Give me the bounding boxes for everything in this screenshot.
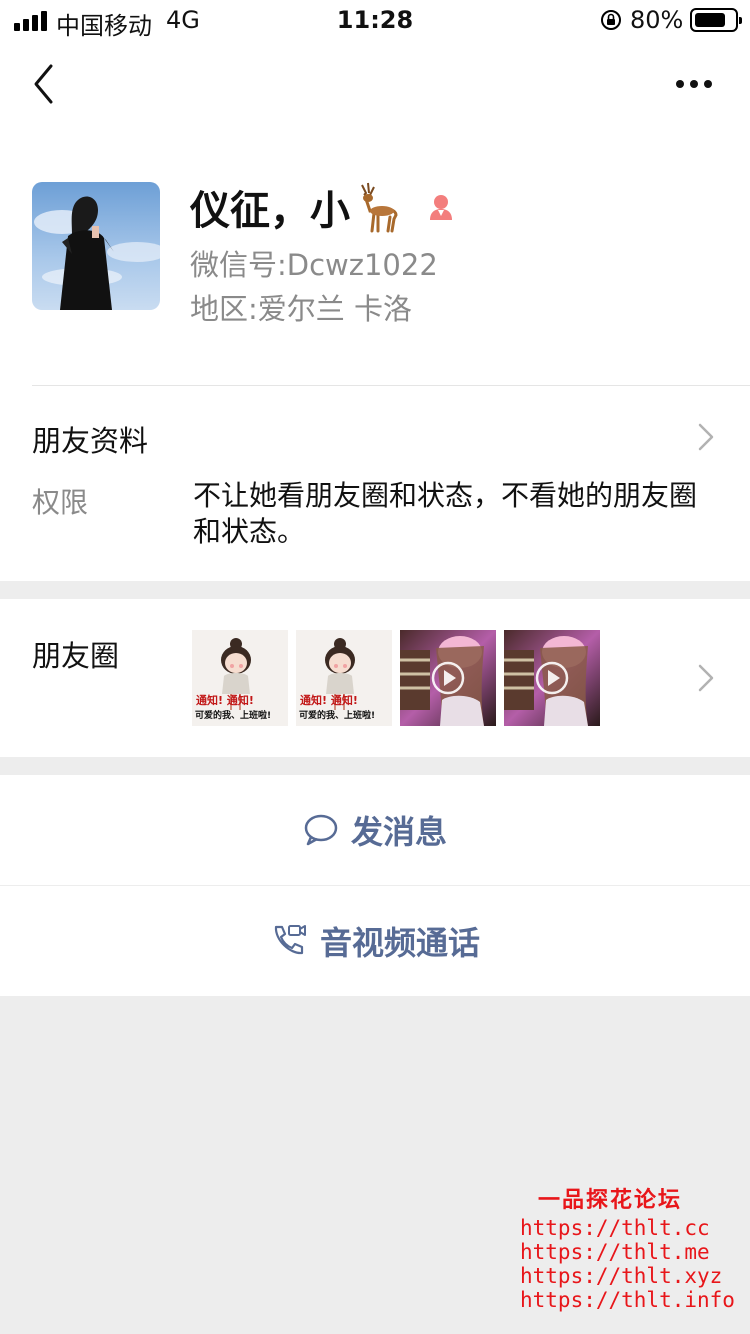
watermark-link: https://thlt.cc: [520, 1216, 710, 1240]
thumbnail-caption-top: 通知! 通知!: [196, 693, 254, 707]
wechat-id: 微信号:Dcwz1022: [190, 248, 438, 282]
send-message-label: 发消息: [350, 813, 447, 851]
watermark-link: https://thlt.info: [520, 1288, 735, 1312]
chevron-left-icon[interactable]: [24, 60, 64, 108]
region: 地区:爱尔兰 卡洛: [190, 292, 412, 326]
thumbnail-caption-bottom: 可爱的我、上班啦!: [299, 709, 375, 721]
watermark-link: https://thlt.xyz: [520, 1264, 723, 1288]
battery-percent: 80%: [630, 6, 684, 34]
watermark-title: 一品探花论坛: [537, 1187, 682, 1213]
moments-thumbnail: 通知! 通知! 可爱的我、上班啦!: [192, 630, 288, 726]
female-icon: [430, 195, 452, 220]
permission-label: 权限: [32, 486, 89, 519]
moments-label: 朋友圈: [32, 639, 120, 673]
phone-video-icon: [274, 925, 306, 955]
chevron-right-icon: [698, 423, 714, 451]
permission-text: 不让她看朋友圈和状态，不看她的朋友圈和状态。: [193, 479, 698, 548]
chevron-right-icon: [698, 664, 714, 692]
battery-icon: [690, 8, 742, 32]
nickname: 仪征，小: [190, 188, 350, 234]
status-bar: 中国移动 4G 11:28 80%: [0, 0, 750, 42]
chat-bubble-icon: [304, 814, 338, 846]
moments-video-thumbnail: [504, 630, 600, 726]
moments-thumbnail: 通知! 通知! 可爱的我、上班啦!: [296, 630, 392, 726]
friend-info-label: 朋友资料: [32, 424, 149, 458]
thumbnail-caption-top: 通知! 通知!: [300, 693, 358, 707]
moments-video-thumbnail: [400, 630, 496, 726]
send-message-button[interactable]: 发消息: [0, 775, 750, 885]
watermark-link: https://thlt.me: [520, 1240, 710, 1264]
rotation-lock-icon: [601, 10, 621, 30]
video-call-button[interactable]: 音视频通话: [0, 886, 750, 996]
friend-info-row[interactable]: 朋友资料: [0, 386, 750, 486]
avatar[interactable]: [32, 182, 160, 310]
nav-bar: [0, 42, 750, 126]
profile-card: 仪征，小 微信号:Dcwz1022 地区:爱尔兰 卡洛 朋友资料 权限 不让她看…: [0, 126, 750, 581]
profile-name: 仪征，小: [190, 178, 456, 236]
more-dots-icon[interactable]: [670, 66, 718, 102]
deer-emoji-icon: [361, 182, 398, 233]
moments-row[interactable]: 朋友圈 通知! 通知! 可爱的我、上班啦! 通知! 通知! 可爱的我、上班啦!: [0, 599, 750, 757]
video-call-label: 音视频通话: [319, 924, 480, 962]
thumbnail-caption-bottom: 可爱的我、上班啦!: [195, 709, 271, 721]
